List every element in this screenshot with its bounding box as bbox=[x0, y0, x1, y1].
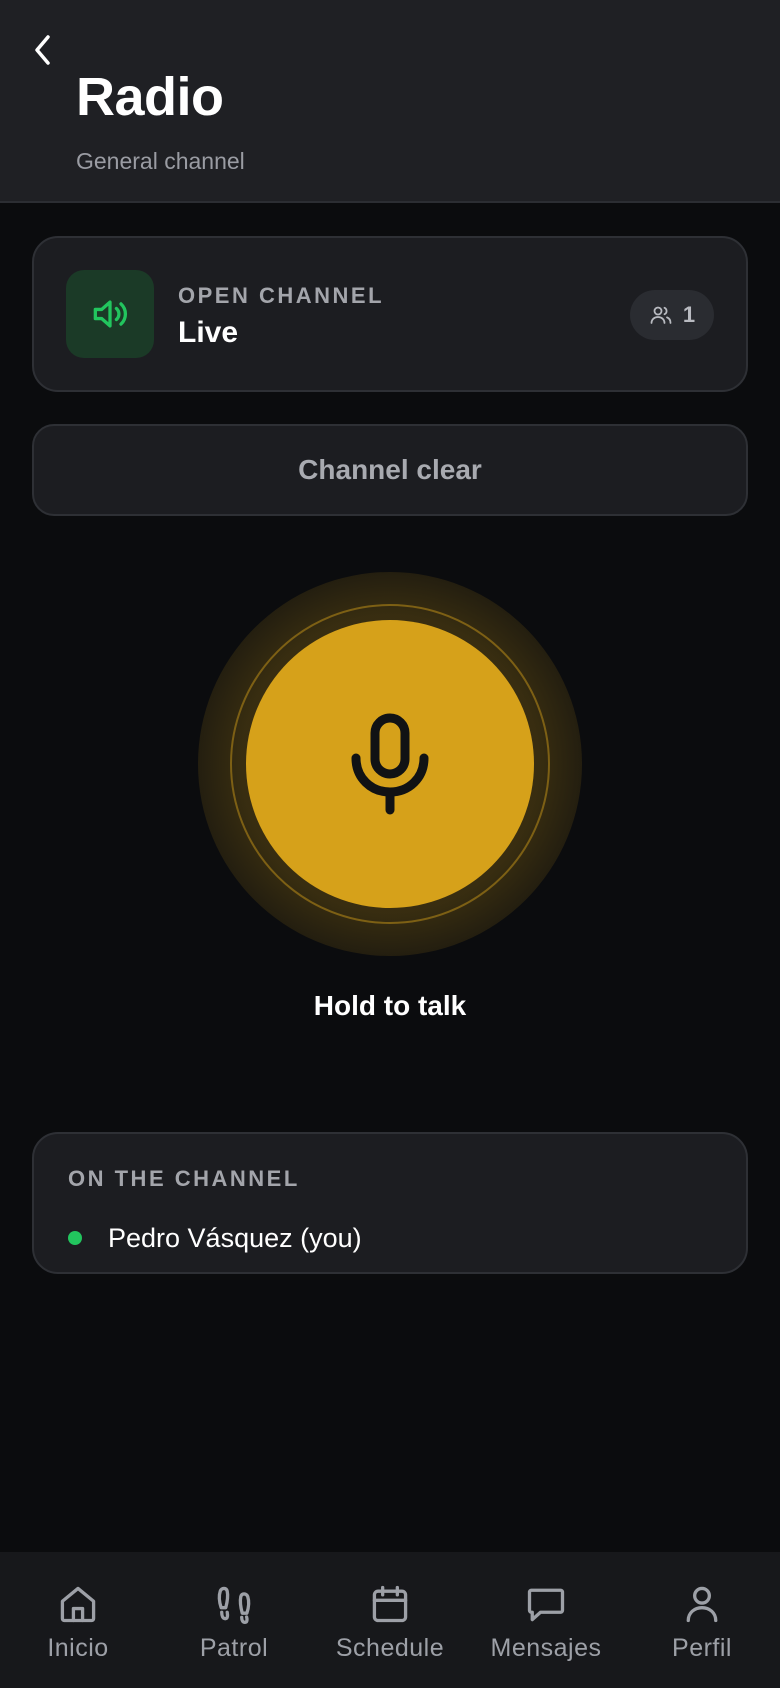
channel-state-label: Channel clear bbox=[298, 454, 482, 485]
header: Radio General channel bbox=[0, 0, 780, 203]
tab-schedule[interactable]: Schedule bbox=[315, 1582, 465, 1663]
chevron-left-icon bbox=[35, 35, 50, 65]
tab-label: Schedule bbox=[335, 1634, 445, 1662]
tab-patrol[interactable]: Patrol bbox=[159, 1582, 309, 1663]
radio-screen: Radio General channel OPEN CHANNEL Live … bbox=[0, 0, 780, 1688]
channel-state-bar: Channel clear bbox=[32, 424, 748, 516]
status-kicker: OPEN CHANNEL bbox=[178, 283, 385, 308]
members-title: ON THE CHANNEL bbox=[68, 1166, 300, 1191]
members-count: 1 bbox=[682, 302, 696, 327]
speaker-icon bbox=[93, 300, 128, 328]
back-button[interactable] bbox=[26, 30, 60, 70]
status-icon-box bbox=[66, 270, 154, 358]
ptt-label: Hold to talk bbox=[313, 990, 467, 1021]
user-icon bbox=[686, 1586, 718, 1623]
members-count-badge[interactable]: 1 bbox=[630, 290, 714, 340]
push-to-talk-button[interactable] bbox=[246, 620, 534, 908]
channel-members-card: ON THE CHANNEL Pedro Vásquez (you) bbox=[32, 1132, 748, 1274]
footprints-icon bbox=[217, 1586, 251, 1624]
tab-label: Perfil bbox=[672, 1634, 732, 1662]
microphone-icon bbox=[351, 713, 429, 815]
tab-mensajes[interactable]: Mensajes bbox=[471, 1582, 621, 1663]
page-title: Radio bbox=[76, 67, 224, 127]
message-icon bbox=[527, 1588, 565, 1622]
tab-inicio[interactable]: Inicio bbox=[3, 1582, 153, 1663]
bottom-tab-bar: Inicio Patrol Schedule Mensajes Perfil bbox=[0, 1552, 780, 1688]
users-icon bbox=[650, 306, 672, 324]
member-name: Pedro Vásquez (you) bbox=[108, 1222, 362, 1253]
online-status-dot bbox=[68, 1231, 82, 1245]
channel-status-card: OPEN CHANNEL Live 1 bbox=[32, 236, 748, 392]
tab-perfil[interactable]: Perfil bbox=[627, 1582, 777, 1663]
page-subtitle: General channel bbox=[76, 148, 245, 174]
tab-label: Inicio bbox=[47, 1634, 109, 1662]
home-icon bbox=[60, 1586, 96, 1623]
list-item: Pedro Vásquez (you) bbox=[68, 1218, 362, 1258]
tab-label: Mensajes bbox=[490, 1634, 602, 1662]
tab-label: Patrol bbox=[199, 1634, 269, 1662]
calendar-icon bbox=[372, 1585, 408, 1623]
status-value: Live bbox=[178, 316, 239, 349]
